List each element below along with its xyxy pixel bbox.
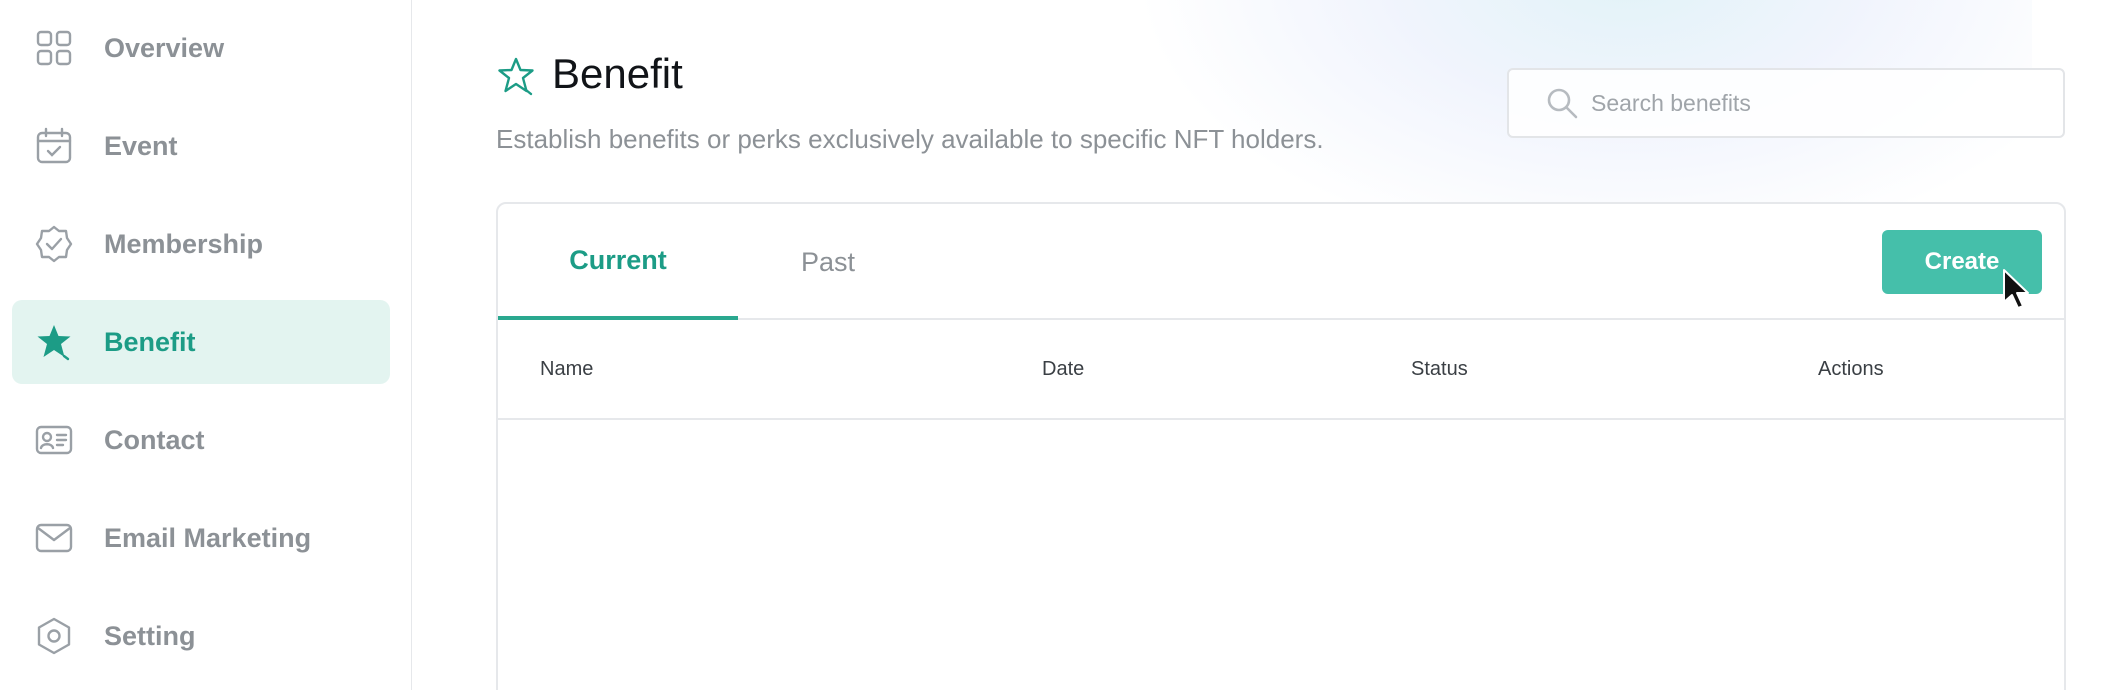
table-body [498,422,2064,690]
tab-bar: Current Past Create [498,204,2064,320]
sidebar-item-label: Benefit [104,326,196,357]
sidebar-item-label: Setting [104,620,196,651]
page-title: Benefit [552,50,683,97]
main-content: Benefit Establish benefits or perks excl… [412,0,2108,690]
sidebar-item-setting[interactable]: Setting [12,594,390,678]
star-outline-icon [496,56,536,96]
app-window: Overview Event Membership Benefit Contac… [0,0,2108,690]
column-header-name: Name [540,358,594,380]
table-header: Name Date Status Actions [498,320,2064,420]
benefits-card: Current Past Create Name Date Status Act… [496,202,2066,690]
search-icon [1547,88,1578,119]
column-header-status: Status [1411,358,1468,380]
badge-check-icon [34,224,74,264]
sidebar-item-label: Overview [104,32,225,63]
sidebar-item-benefit[interactable]: Benefit [12,300,390,384]
sidebar-item-label: Contact [104,424,205,455]
sidebar-item-label: Email Marketing [104,522,312,553]
column-header-date: Date [1042,358,1085,380]
sidebar-item-email-marketing[interactable]: Email Marketing [12,496,390,580]
search-input[interactable] [1591,89,2051,117]
sidebar-item-event[interactable]: Event [12,104,390,188]
mail-icon [34,518,74,558]
page-subtitle: Establish benefits or perks exclusively … [496,124,1324,154]
mouse-cursor-icon [2003,269,2029,309]
hexagon-settings-icon [34,616,74,656]
sidebar-item-label: Event [104,130,178,161]
sidebar-item-label: Membership [104,228,264,259]
star-icon [34,322,74,362]
sidebar-item-overview[interactable]: Overview [12,6,390,90]
sidebar-item-membership[interactable]: Membership [12,202,390,286]
tab-past[interactable]: Past [738,204,918,320]
id-card-icon [34,420,74,460]
calendar-check-icon [34,126,74,166]
sidebar-item-contact[interactable]: Contact [12,398,390,482]
tab-current[interactable]: Current [498,204,738,320]
grid-icon [34,28,74,68]
column-header-actions: Actions [1818,358,1884,380]
sidebar: Overview Event Membership Benefit Contac… [0,0,412,690]
search-box[interactable] [1507,68,2065,138]
